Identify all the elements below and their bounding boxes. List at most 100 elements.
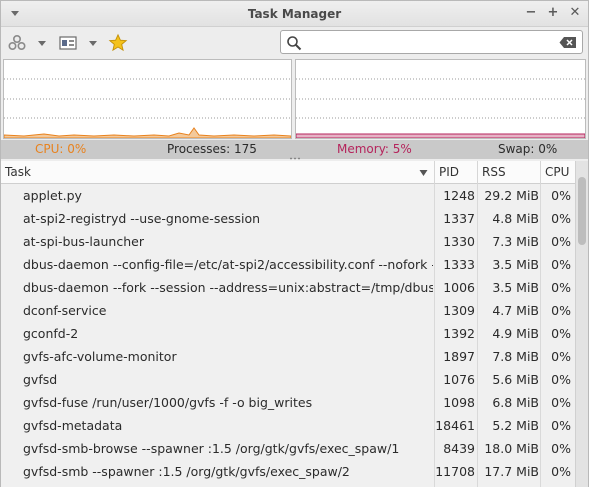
rss-cell: 3.5 MiB: [492, 280, 539, 295]
cpu-cell: 0%: [551, 441, 571, 456]
title-bar: Task Manager − + ✕: [1, 1, 588, 27]
table-row[interactable]: at-spi-bus-launcher 1330 7.3 MiB 0%: [1, 230, 575, 253]
memory-usage-area: [295, 133, 586, 139]
pane-resize-handle[interactable]: [289, 157, 301, 160]
cpu-cell: 0%: [551, 418, 571, 433]
task-cell: gvfs-afc-volume-monitor: [23, 349, 177, 364]
task-cell: at-spi-bus-launcher: [23, 234, 144, 249]
column-header-pid[interactable]: PID: [435, 161, 478, 184]
clear-text-icon[interactable]: [559, 36, 577, 49]
task-cell: gconfd-2: [23, 326, 79, 341]
favorite-button[interactable]: [108, 32, 128, 54]
task-cell: at-spi2-registryd --use-gnome-session: [23, 211, 261, 226]
rss-cell: 7.8 MiB: [492, 349, 539, 364]
cpu-cell: 0%: [551, 257, 571, 272]
column-header-cpu[interactable]: CPU: [541, 161, 575, 184]
task-cell: dbus-daemon --fork --session --address=u…: [23, 280, 433, 295]
cpu-cell: 0%: [551, 211, 571, 226]
maximize-button[interactable]: +: [545, 5, 561, 21]
window-title: Task Manager: [247, 7, 342, 21]
vertical-scrollbar[interactable]: [575, 161, 588, 487]
pid-cell: 1098: [443, 395, 475, 410]
rss-cell: 7.3 MiB: [492, 234, 539, 249]
swap-usage-label: Swap: 0%: [498, 142, 558, 156]
rss-cell: 5.6 MiB: [492, 372, 539, 387]
cpu-cell: 0%: [551, 464, 571, 479]
table-row[interactable]: dconf-service 1309 4.7 MiB 0%: [1, 299, 575, 322]
process-table: Task PID RSS CPU applet.py 1248 29.2 MiB 0%…: [1, 161, 588, 487]
search-icon: [287, 36, 302, 51]
pid-cell: 1248: [443, 188, 475, 203]
pid-cell: 8439: [443, 441, 475, 456]
table-row[interactable]: at-spi2-registryd --use-gnome-session 133…: [1, 207, 575, 230]
pid-cell: 18461: [435, 418, 475, 433]
chevron-down-icon: [38, 41, 46, 46]
task-cell: dbus-daemon --config-file=/etc/at-spi2/a…: [23, 257, 433, 272]
table-row[interactable]: gconfd-2 1392 4.9 MiB 0%: [1, 322, 575, 345]
table-header: Task PID RSS CPU: [1, 161, 575, 184]
rss-cell: 29.2 MiB: [484, 188, 539, 203]
rss-cell: 3.5 MiB: [492, 257, 539, 272]
cpu-cell: 0%: [551, 326, 571, 341]
cpu-usage-area: [3, 127, 292, 139]
cpu-cell: 0%: [551, 349, 571, 364]
rss-cell: 18.0 MiB: [484, 441, 539, 456]
search-field[interactable]: [280, 30, 583, 54]
cpu-graph: [3, 59, 292, 139]
table-row[interactable]: gvfsd-fuse /run/user/1000/gvfs -f -o big…: [1, 391, 575, 414]
memory-usage-label: Memory: 5%: [337, 142, 412, 156]
pid-cell: 1897: [443, 349, 475, 364]
cpu-cell: 0%: [551, 395, 571, 410]
table-row[interactable]: gvfsd-smb-browse --spawner :1.5 /org/gtk…: [1, 437, 575, 460]
table-row[interactable]: gvfsd-smb --spawner :1.5 /org/gtk/gvfs/e…: [1, 460, 575, 483]
pid-cell: 11708: [435, 464, 475, 479]
task-manager-window: Task Manager − + ✕ CPU: 0% Processes: 17…: [0, 0, 589, 487]
memory-graph-plot: [295, 78, 586, 139]
view-menu-button[interactable]: [59, 32, 98, 54]
pid-cell: 1309: [443, 303, 475, 318]
table-row[interactable]: dbus-daemon --fork --session --address=u…: [1, 276, 575, 299]
table-row[interactable]: gvfsd-metadata 18461 5.2 MiB 0%: [1, 414, 575, 437]
scrollbar-thumb[interactable]: [578, 177, 586, 245]
view-columns-icon: [59, 36, 77, 50]
column-header-task-label: Task: [5, 165, 31, 179]
pid-cell: 1392: [443, 326, 475, 341]
sort-descending-icon: [419, 170, 428, 176]
rss-cell: 4.9 MiB: [492, 326, 539, 341]
pid-cell: 1330: [443, 234, 475, 249]
task-cell: gvfsd-fuse /run/user/1000/gvfs -f -o big…: [23, 395, 313, 410]
table-row[interactable]: gvfs-afc-volume-monitor 1897 7.8 MiB 0%: [1, 345, 575, 368]
chevron-down-icon: [89, 41, 97, 46]
pid-cell: 1006: [443, 280, 475, 295]
table-row[interactable]: applet.py 1248 29.2 MiB 0%: [1, 184, 575, 207]
process-count-label: Processes: 175: [167, 142, 257, 156]
rss-cell: 6.8 MiB: [492, 395, 539, 410]
table-row[interactable]: dbus-daemon --config-file=/etc/at-spi2/a…: [1, 253, 575, 276]
cpu-cell: 0%: [551, 303, 571, 318]
rss-cell: 4.7 MiB: [492, 303, 539, 318]
rss-cell: 5.2 MiB: [492, 418, 539, 433]
minimize-button[interactable]: −: [523, 5, 539, 21]
pid-cell: 1076: [443, 372, 475, 387]
cpu-cell: 0%: [551, 372, 571, 387]
rss-cell: 17.7 MiB: [484, 464, 539, 479]
cpu-cell: 0%: [551, 280, 571, 295]
task-cell: gvfsd-metadata: [23, 418, 123, 433]
task-cell: dconf-service: [23, 303, 107, 318]
cpu-cell: 0%: [551, 234, 571, 249]
star-icon: [108, 33, 128, 52]
cpu-usage-label: CPU: 0%: [35, 142, 87, 156]
rss-cell: 4.8 MiB: [492, 211, 539, 226]
table-row[interactable]: gvfsd 1076 5.6 MiB 0%: [1, 368, 575, 391]
pid-cell: 1333: [443, 257, 475, 272]
memory-graph: [295, 59, 586, 139]
settings-gears-icon: [8, 34, 26, 51]
task-cell: gvfsd-smb --spawner :1.5 /org/gtk/gvfs/e…: [23, 464, 350, 479]
settings-menu-button[interactable]: [7, 32, 47, 54]
task-cell: gvfsd: [23, 372, 58, 387]
task-cell: gvfsd-smb-browse --spawner :1.5 /org/gtk…: [23, 441, 400, 456]
column-header-rss[interactable]: RSS: [478, 161, 541, 184]
close-button[interactable]: ✕: [567, 5, 583, 21]
cpu-cell: 0%: [551, 188, 571, 203]
column-header-task[interactable]: Task: [1, 161, 435, 184]
